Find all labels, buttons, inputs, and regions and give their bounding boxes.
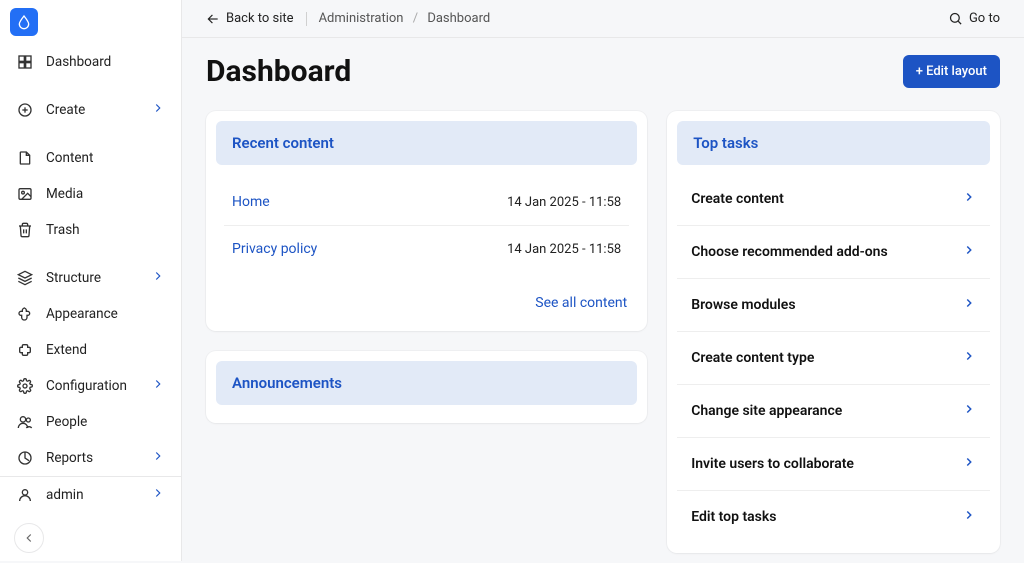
- task-label: Edit top tasks: [691, 509, 776, 525]
- recent-item-date: 14 Jan 2025 - 11:58: [507, 195, 621, 210]
- sidebar: Dashboard Create Content Media Trash: [0, 0, 182, 561]
- sidebar-item-reports[interactable]: Reports: [0, 440, 181, 476]
- sidebar-item-label: admin: [46, 487, 84, 503]
- back-to-site-link[interactable]: Back to site: [206, 11, 294, 26]
- brand-logo[interactable]: [10, 8, 38, 36]
- page-title: Dashboard: [206, 54, 351, 89]
- sidebar-item-label: Appearance: [46, 306, 118, 322]
- goto-label: Go to: [969, 11, 1000, 26]
- chevron-right-icon: [962, 296, 976, 314]
- chevron-right-icon: [151, 449, 165, 467]
- recent-content-row: Home 14 Jan 2025 - 11:58: [224, 179, 629, 226]
- crumb-dashboard[interactable]: Dashboard: [427, 11, 490, 26]
- sidebar-item-label: Dashboard: [46, 54, 111, 70]
- chevron-right-icon: [962, 190, 976, 208]
- sidebar-item-user[interactable]: admin: [0, 477, 181, 513]
- sidebar-item-label: Structure: [46, 270, 101, 286]
- paintbrush-icon: [16, 305, 34, 323]
- trash-icon: [16, 221, 34, 239]
- divider: [306, 12, 307, 26]
- plus-circle-icon: [16, 101, 34, 119]
- sidebar-item-configuration[interactable]: Configuration: [0, 368, 181, 404]
- task-list: Create content Choose recommended add-on…: [677, 173, 990, 543]
- task-label: Invite users to collaborate: [691, 456, 854, 472]
- topbar: Back to site Administration / Dashboard …: [182, 0, 1024, 38]
- chevron-right-icon: [962, 243, 976, 261]
- sidebar-item-create[interactable]: Create: [0, 92, 181, 128]
- sidebar-item-media[interactable]: Media: [0, 176, 181, 212]
- layers-icon: [16, 269, 34, 287]
- sidebar-item-appearance[interactable]: Appearance: [0, 296, 181, 332]
- sidebar-item-label: Create: [46, 102, 85, 118]
- task-invite-users[interactable]: Invite users to collaborate: [677, 438, 990, 491]
- task-label: Create content: [691, 191, 784, 207]
- sidebar-item-label: Configuration: [46, 378, 127, 394]
- task-browse-modules[interactable]: Browse modules: [677, 279, 990, 332]
- chevron-right-icon: [962, 402, 976, 420]
- chevron-right-icon: [151, 269, 165, 287]
- task-edit-top-tasks[interactable]: Edit top tasks: [677, 491, 990, 543]
- sidebar-item-label: People: [46, 414, 87, 430]
- search-icon: [948, 11, 963, 26]
- breadcrumb: Administration / Dashboard: [319, 11, 491, 26]
- goto-button[interactable]: Go to: [948, 11, 1000, 26]
- see-all-content-link[interactable]: See all content: [535, 295, 627, 311]
- sidebar-item-label: Content: [46, 150, 93, 166]
- see-all-wrapper: See all content: [216, 272, 637, 321]
- crumb-administration[interactable]: Administration: [319, 11, 404, 26]
- sidebar-item-label: Trash: [46, 222, 80, 238]
- sidebar-item-content[interactable]: Content: [0, 140, 181, 176]
- task-label: Create content type: [691, 350, 814, 366]
- recent-content-row: Privacy policy 14 Jan 2025 - 11:58: [224, 226, 629, 272]
- recent-content-card: Recent content Home 14 Jan 2025 - 11:58 …: [206, 111, 647, 331]
- task-create-content[interactable]: Create content: [677, 173, 990, 226]
- document-icon: [16, 149, 34, 167]
- sidebar-item-structure[interactable]: Structure: [0, 260, 181, 296]
- puzzle-icon: [16, 341, 34, 359]
- recent-item-title[interactable]: Home: [232, 194, 270, 210]
- recent-item-date: 14 Jan 2025 - 11:58: [507, 242, 621, 257]
- page-header: Dashboard + Edit layout: [182, 38, 1024, 111]
- task-choose-addons[interactable]: Choose recommended add-ons: [677, 226, 990, 279]
- crumb-separator: /: [413, 11, 418, 26]
- back-label: Back to site: [226, 11, 294, 26]
- task-create-content-type[interactable]: Create content type: [677, 332, 990, 385]
- chevron-right-icon: [151, 486, 165, 504]
- sidebar-item-trash[interactable]: Trash: [0, 212, 181, 248]
- chevron-right-icon: [962, 455, 976, 473]
- task-label: Change site appearance: [691, 403, 842, 419]
- sidebar-item-label: Extend: [46, 342, 87, 358]
- card-header-tasks: Top tasks: [677, 121, 990, 165]
- dashboard-icon: [16, 53, 34, 71]
- sidebar-item-label: Reports: [46, 450, 93, 466]
- logo-area: [0, 0, 181, 44]
- announcements-card: Announcements: [206, 351, 647, 423]
- chevron-right-icon: [151, 101, 165, 119]
- people-icon: [16, 413, 34, 431]
- chevron-right-icon: [962, 349, 976, 367]
- task-label: Browse modules: [691, 297, 795, 313]
- task-change-appearance[interactable]: Change site appearance: [677, 385, 990, 438]
- card-header-recent: Recent content: [216, 121, 637, 165]
- card-header-announcements: Announcements: [216, 361, 637, 405]
- edit-layout-button[interactable]: + Edit layout: [903, 55, 1000, 88]
- collapse-sidebar-button[interactable]: [14, 523, 44, 553]
- sidebar-item-dashboard[interactable]: Dashboard: [0, 44, 181, 80]
- user-icon: [16, 486, 34, 504]
- sidebar-item-label: Media: [46, 186, 83, 202]
- chart-icon: [16, 449, 34, 467]
- gear-icon: [16, 377, 34, 395]
- arrow-left-icon: [206, 12, 220, 26]
- recent-content-list: Home 14 Jan 2025 - 11:58 Privacy policy …: [216, 173, 637, 272]
- recent-item-title[interactable]: Privacy policy: [232, 241, 317, 257]
- chevron-right-icon: [962, 508, 976, 526]
- task-label: Choose recommended add-ons: [691, 244, 888, 260]
- sidebar-item-people[interactable]: People: [0, 404, 181, 440]
- sidebar-item-extend[interactable]: Extend: [0, 332, 181, 368]
- chevron-right-icon: [151, 377, 165, 395]
- main: Back to site Administration / Dashboard …: [182, 0, 1024, 561]
- top-tasks-card: Top tasks Create content Choose recommen…: [667, 111, 1000, 553]
- image-icon: [16, 185, 34, 203]
